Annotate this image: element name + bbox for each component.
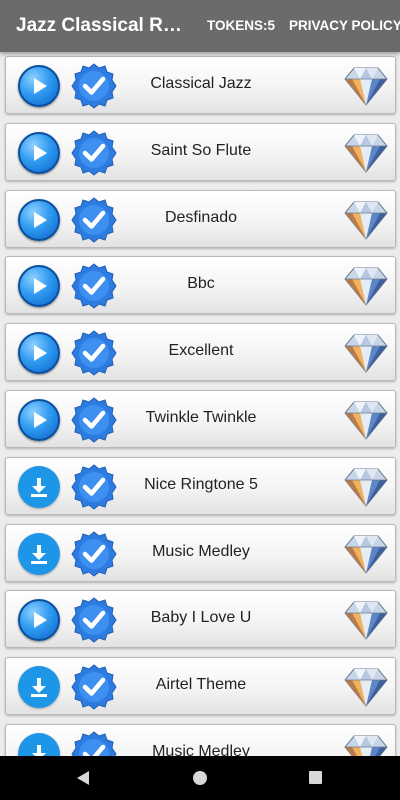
ringtone-row[interactable]: Classical Jazz	[5, 56, 396, 114]
ringtone-title: Baby I Love U	[150, 609, 252, 627]
ringtone-title: Desfinado	[164, 208, 238, 226]
download-icon	[31, 544, 47, 564]
ringtone-title: Music Medley	[152, 743, 250, 756]
ringtone-title: Music Medley	[152, 542, 250, 560]
play-icon	[34, 412, 47, 428]
home-icon[interactable]	[193, 771, 207, 785]
download-icon	[31, 678, 47, 698]
play-icon	[34, 278, 47, 295]
ringtone-title: Excellent	[168, 342, 234, 360]
play-button[interactable]	[18, 599, 60, 642]
play-icon	[34, 78, 47, 94]
diamond-icon[interactable]	[344, 667, 388, 707]
play-icon	[34, 612, 47, 629]
checkmark-badge-icon[interactable]	[71, 597, 117, 644]
ringtone-row[interactable]: Nice Ringtone 5	[5, 456, 396, 515]
recents-icon[interactable]	[309, 771, 322, 784]
checkmark-badge-icon[interactable]	[71, 731, 117, 756]
back-icon[interactable]	[76, 770, 90, 786]
download-button[interactable]	[18, 465, 60, 508]
download-icon	[32, 745, 46, 756]
download-button[interactable]	[18, 733, 60, 756]
play-button[interactable]	[18, 198, 60, 241]
checkmark-badge-icon[interactable]	[71, 530, 117, 577]
play-icon	[34, 211, 47, 228]
checkmark-badge-icon[interactable]	[71, 330, 117, 376]
play-button[interactable]	[18, 332, 60, 375]
checkmark-badge-icon[interactable]	[71, 397, 117, 443]
checkmark-badge-icon[interactable]	[71, 63, 117, 109]
ringtone-title: Bbc	[187, 275, 215, 293]
ringtone-title: Saint So Flute	[150, 141, 252, 159]
app-bar: Jazz Classical Rin… TOKENS:5 PRIVACY POL…	[0, 0, 400, 52]
tokens-button[interactable]: TOKENS:5	[207, 18, 275, 33]
diamond-icon[interactable]	[344, 600, 388, 641]
diamond-icon[interactable]	[344, 266, 388, 307]
ringtone-row[interactable]: Twinkle Twinkle	[5, 390, 396, 448]
download-button[interactable]	[18, 666, 60, 709]
play-button[interactable]	[18, 65, 60, 107]
play-button[interactable]	[18, 399, 60, 441]
play-icon	[34, 345, 47, 362]
diamond-icon[interactable]	[344, 400, 388, 440]
ringtone-row[interactable]: Bbc	[5, 256, 396, 315]
ringtone-row[interactable]: Music Medley	[5, 523, 396, 582]
diamond-icon[interactable]	[344, 200, 388, 240]
ringtone-title: Airtel Theme	[155, 676, 247, 694]
checkmark-badge-icon[interactable]	[71, 130, 117, 176]
app-title: Jazz Classical Rin…	[16, 15, 186, 36]
checkmark-badge-icon[interactable]	[71, 664, 117, 710]
diamond-icon[interactable]	[344, 467, 388, 507]
checkmark-badge-icon[interactable]	[71, 263, 117, 310]
diamond-icon[interactable]	[344, 133, 388, 173]
diamond-icon[interactable]	[344, 534, 388, 574]
ringtone-title: Classical Jazz	[150, 75, 252, 92]
ringtone-row[interactable]: Baby I Love U	[5, 590, 396, 649]
ringtone-title: Twinkle Twinkle	[145, 409, 257, 426]
play-button[interactable]	[18, 131, 60, 174]
play-button[interactable]	[18, 265, 60, 308]
checkmark-badge-icon[interactable]	[71, 196, 117, 243]
download-button[interactable]	[18, 532, 60, 575]
checkmark-badge-icon[interactable]	[71, 464, 117, 510]
ringtone-row[interactable]: Desfinado	[5, 189, 396, 248]
system-nav-bar	[0, 756, 400, 800]
diamond-icon[interactable]	[344, 66, 388, 106]
ringtone-list[interactable]: Classical Jazz Saint So Flute Desfinado …	[0, 52, 400, 756]
privacy-policy-button[interactable]: PRIVACY POLICY	[289, 18, 400, 33]
download-icon	[31, 477, 47, 497]
diamond-icon[interactable]	[344, 333, 388, 373]
ringtone-row[interactable]: Airtel Theme	[5, 657, 396, 716]
ringtone-row[interactable]: Excellent	[5, 323, 396, 382]
ringtone-row[interactable]: Saint So Flute	[5, 122, 396, 181]
play-icon	[34, 144, 47, 161]
ringtone-title: Nice Ringtone 5	[144, 475, 258, 493]
ringtone-row[interactable]: Music Medley	[5, 724, 396, 756]
diamond-icon[interactable]	[344, 734, 388, 756]
